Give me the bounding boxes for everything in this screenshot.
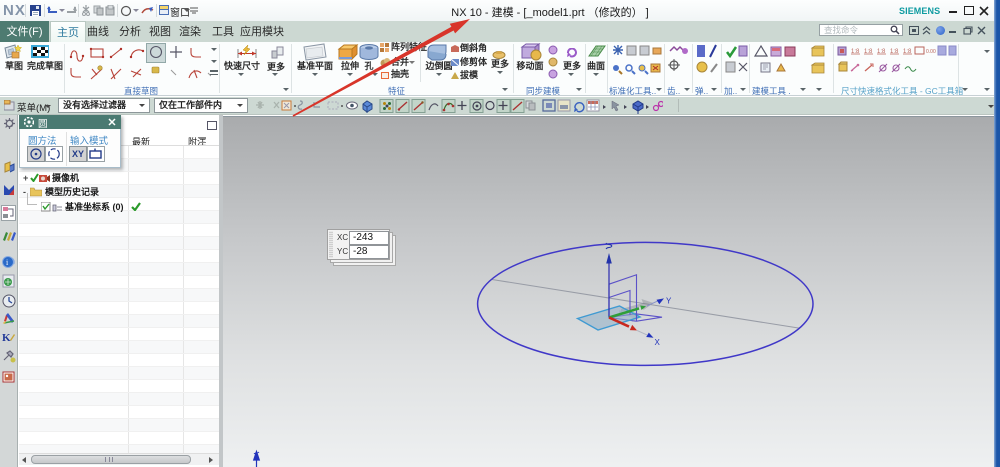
svg-text:Y: Y — [666, 297, 672, 306]
svg-text:0.00: 0.00 — [926, 49, 936, 55]
svg-text:X: X — [655, 338, 661, 347]
svg-text:K: K — [2, 332, 11, 344]
